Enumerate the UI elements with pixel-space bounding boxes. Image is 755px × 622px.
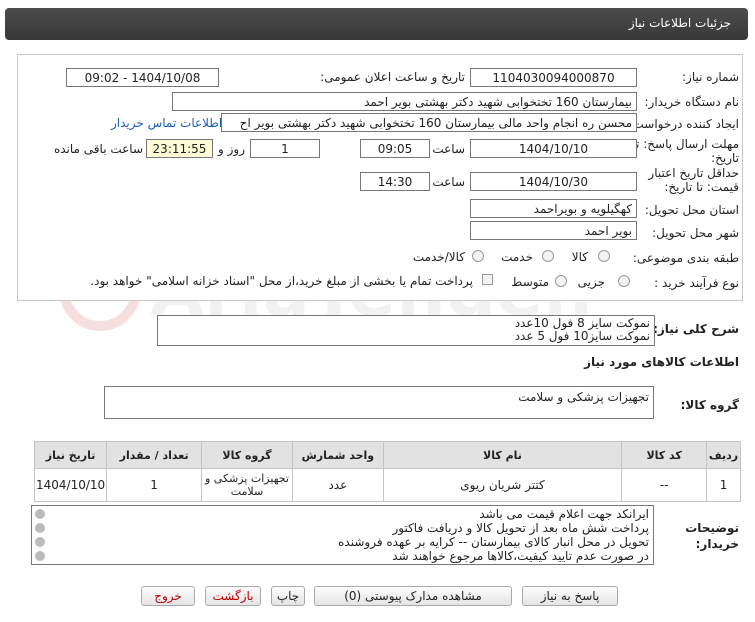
notes-label-2: خریدار: — [695, 537, 739, 551]
deadline-date-field: 1404/10/10 — [470, 139, 637, 158]
remaining-time-field: 23:11:55 — [146, 139, 213, 158]
category-label: طبقه بندی موضوعی: — [632, 251, 739, 265]
print-button[interactable]: چاپ — [271, 586, 305, 606]
process-option-medium: متوسط — [511, 275, 549, 289]
col-name: نام کالا — [382, 441, 623, 469]
requester-label: ایجاد کننده درخواست: — [628, 117, 739, 131]
validity-time-label: ساعت — [432, 175, 465, 189]
col-code: کد کالا — [621, 441, 708, 469]
col-unit: واحد شمارش — [291, 441, 384, 469]
validity-date-field: 1404/10/30 — [470, 172, 637, 191]
description-line: نموکت سایز10 فول 5 عدد — [514, 329, 650, 343]
category-option-goods: کالا — [571, 250, 588, 264]
scroll-up-icon — [35, 509, 45, 519]
scroll-track-icon — [35, 537, 45, 547]
cell-code: -- — [621, 468, 708, 502]
cell-group: تجهیزات پزشکی و سلامت — [201, 468, 293, 502]
scroll-down-icon — [35, 551, 45, 561]
notes-line: ایرانکد جهت اعلام قیمت می باشد — [479, 507, 649, 521]
description-label: شرح کلی نیاز: — [653, 322, 739, 336]
notes-label: توضیحات — [685, 521, 739, 535]
notes-scrollbar[interactable] — [33, 507, 47, 563]
attachments-button[interactable]: مشاهده مدارک پیوستی (0) — [314, 586, 512, 606]
treasury-checkbox[interactable] — [482, 274, 493, 285]
announce-label: تاریخ و ساعت اعلان عمومی: — [320, 70, 465, 84]
category-radio-service[interactable] — [542, 250, 554, 262]
notes-line: در صورت عدم تایید کیفیت،کالاها مرجوع خوا… — [392, 549, 649, 563]
deadline-label-2: تاریخ: — [711, 151, 739, 165]
process-option-minor: جزیی — [577, 275, 605, 289]
cell-name: کتتر شریان ریوی — [382, 468, 623, 502]
col-date: تاریخ نیاز — [33, 441, 108, 469]
validity-label: حداقل تاریخ اعتبار — [648, 166, 739, 180]
table-row: 1 -- کتتر شریان ریوی عدد تجهیزات پزشکی و… — [33, 468, 741, 502]
cell-unit: عدد — [291, 468, 384, 502]
deadline-time-label: ساعت — [432, 142, 465, 156]
col-row: ردیف — [706, 441, 741, 469]
deadline-time-field: 09:05 — [360, 139, 430, 158]
notes-line: پرداخت شش ماه بعد از تحویل کالا و دریافت… — [392, 521, 649, 535]
scroll-thumb-icon — [35, 523, 45, 533]
requester-field: محسن ره انجام واحد مالی بیمارستان 160 تخ… — [221, 113, 637, 132]
buyer-field: بیمارستان 160 تختخوابی شهید دکتر بهشتی ب… — [172, 92, 637, 111]
days-label: روز و — [218, 142, 245, 156]
province-label: استان محل تحویل: — [644, 203, 739, 217]
cell-qty: 1 — [106, 468, 203, 502]
city-label: شهر محل تحویل: — [652, 226, 739, 240]
col-group: گروه کالا — [201, 441, 293, 469]
province-field: کهگیلویه و بویراحمد — [470, 199, 637, 218]
process-label: نوع فرآیند خرید : — [654, 276, 739, 290]
category-radio-goods-service[interactable] — [472, 250, 484, 262]
cell-row: 1 — [706, 468, 741, 502]
page-header: جزئیات اطلاعات نیاز — [0, 0, 755, 52]
description-textarea: نموکت سایز 8 فول 10عدد نموکت سایز10 فول … — [157, 315, 655, 346]
table-header-row: ردیف کد کالا نام کالا واحد شمارش گروه کا… — [33, 441, 741, 469]
need-number-field: 1104030094000870 — [470, 68, 637, 87]
goods-table: ردیف کد کالا نام کالا واحد شمارش گروه کا… — [33, 441, 741, 502]
validity-label-2: قیمت: تا تاریخ: — [664, 180, 739, 194]
deadline-label: مهلت ارسال پاسخ: تا — [632, 137, 739, 151]
category-option-goods-service: کالا/خدمت — [412, 250, 465, 264]
goods-info-title: اطلاعات کالاهای مورد نیاز — [584, 355, 739, 369]
goods-group-label: گروه کالا: — [680, 398, 739, 412]
remaining-label: ساعت باقی مانده — [53, 142, 143, 156]
notes-line: تحویل در محل انبار کالای بیمارستان -- کر… — [338, 535, 649, 549]
payment-note: پرداخت تمام یا بخشی از مبلغ خرید،از محل … — [90, 274, 473, 288]
notes-textarea[interactable]: ایرانکد جهت اعلام قیمت می باشد پرداخت شش… — [31, 505, 654, 565]
exit-button[interactable]: خروج — [141, 586, 195, 606]
category-radio-goods[interactable] — [598, 250, 610, 262]
process-radio-minor[interactable] — [618, 275, 630, 287]
process-radio-medium[interactable] — [555, 275, 567, 287]
announce-field: 1404/10/08 - 09:02 — [66, 68, 219, 87]
need-number-label: شماره نیاز: — [682, 70, 739, 84]
goods-group-field: تجهیزات پزشکی و سلامت — [104, 386, 654, 419]
buyer-contact-link[interactable]: اطلاعات تماس خریدار — [111, 116, 222, 130]
col-qty: تعداد / مقدار — [106, 441, 203, 469]
validity-time-field: 14:30 — [360, 172, 430, 191]
cell-date: 1404/10/10 — [33, 468, 108, 502]
page-title: جزئیات اطلاعات نیاز — [628, 16, 731, 30]
reply-button[interactable]: پاسخ به نیاز — [522, 586, 618, 606]
buyer-label: نام دستگاه خریدار: — [644, 95, 740, 109]
category-option-service: خدمت — [501, 250, 533, 264]
days-field: 1 — [250, 139, 320, 158]
back-button[interactable]: بازگشت — [205, 586, 261, 606]
city-field: بویر احمد — [470, 221, 637, 240]
